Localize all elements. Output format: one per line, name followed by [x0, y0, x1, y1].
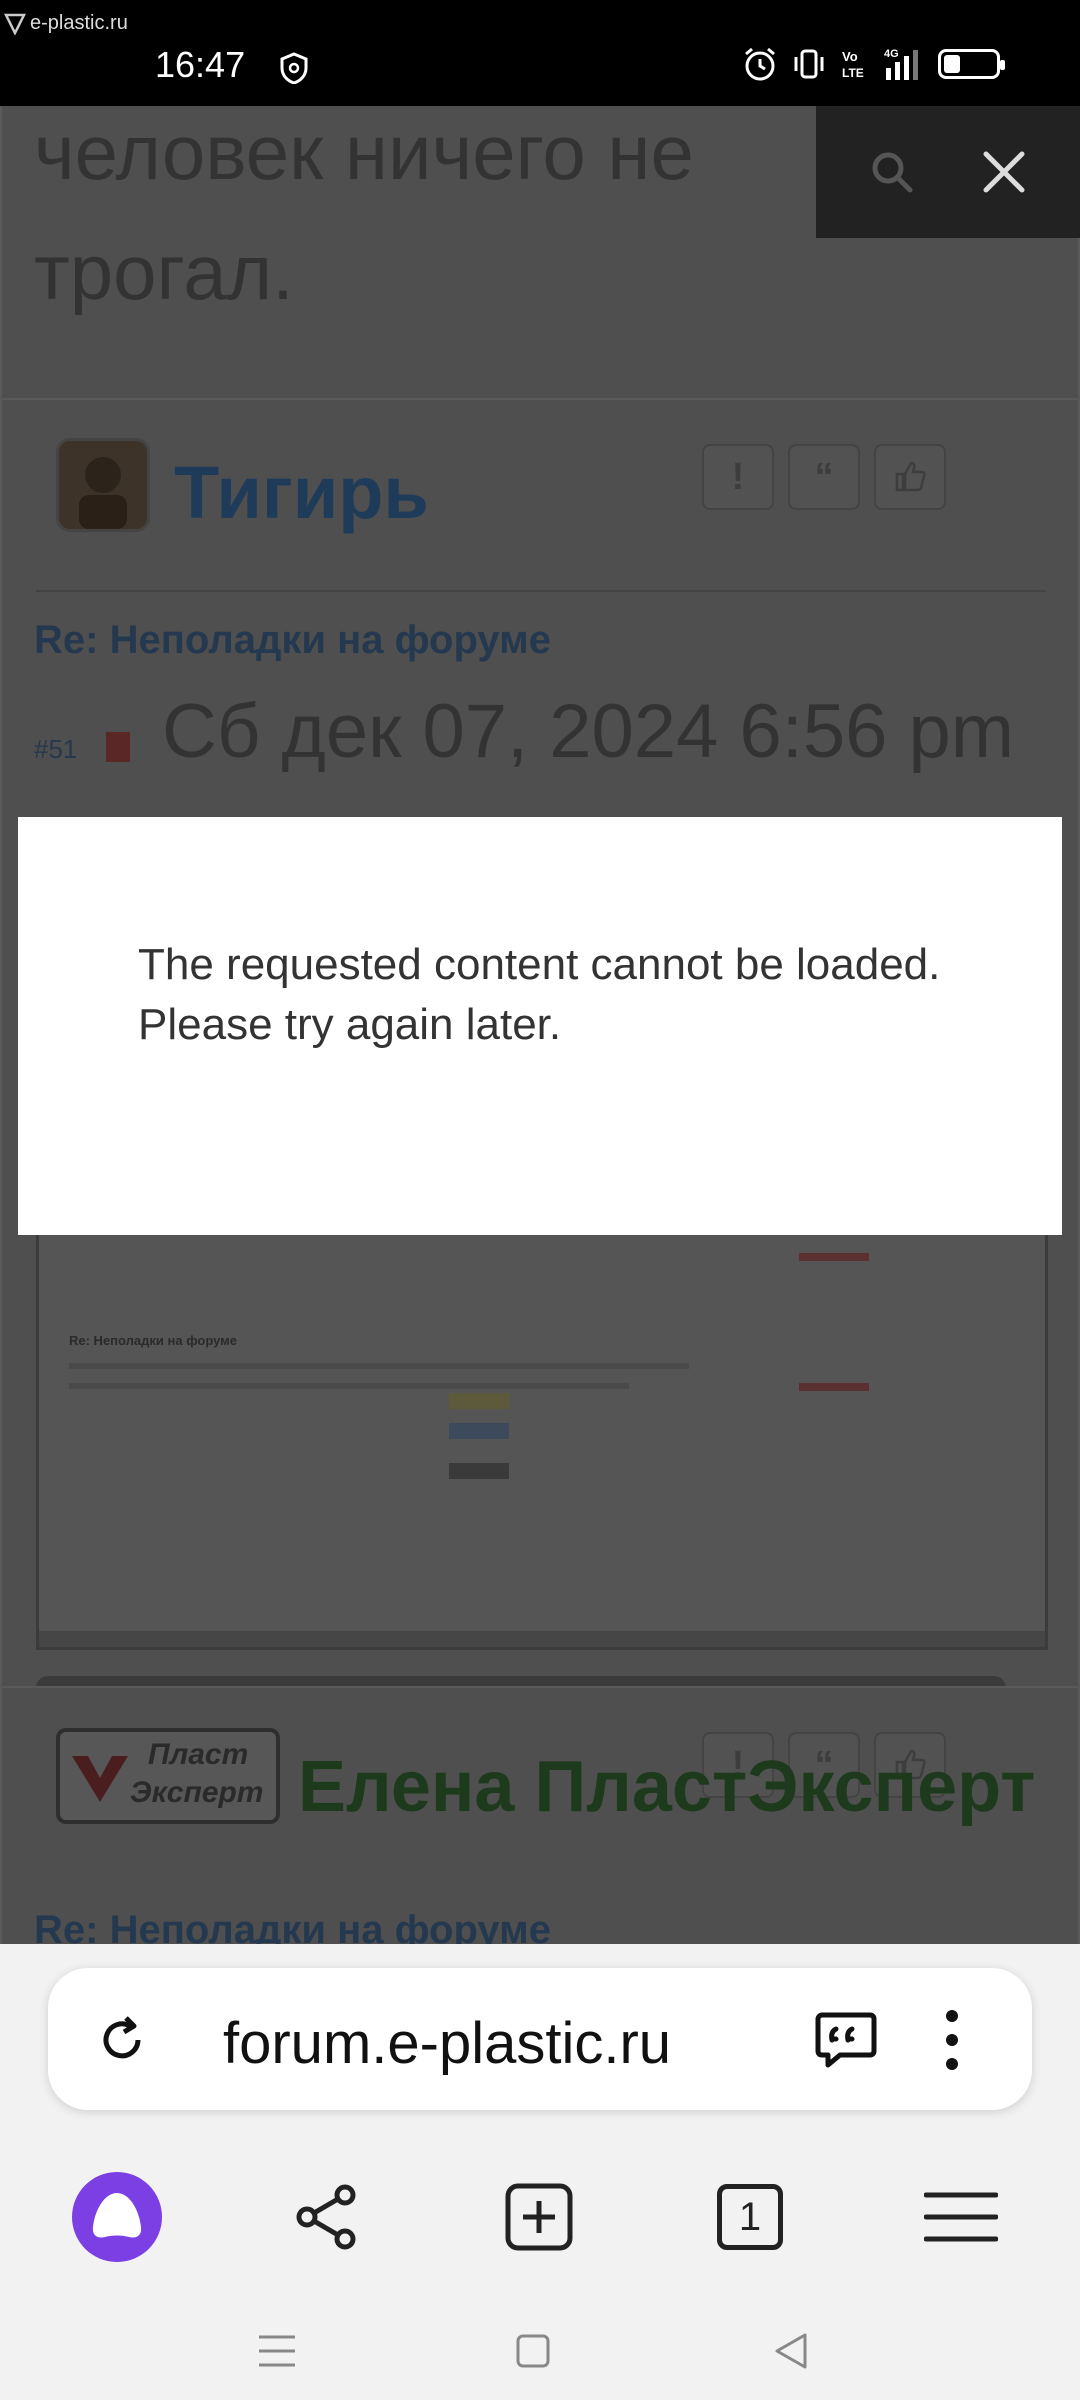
alice-assistant-icon: [72, 2172, 162, 2262]
thumbnail-highlight: [449, 1423, 509, 1439]
system-nav-bar: [0, 2324, 1080, 2400]
close-icon: [983, 151, 1025, 193]
url-text[interactable]: forum.e-plastic.ru: [223, 2010, 671, 2077]
dot-icon: [946, 2034, 958, 2046]
post-date: Сб дек 07, 2024 6:56 pm: [162, 689, 1015, 774]
thumbnail-highlight: [449, 1393, 509, 1409]
tabs-button[interactable]: 1: [695, 2162, 805, 2272]
author-logo: Пласт Эксперт: [56, 1728, 280, 1824]
post-number[interactable]: #51: [34, 734, 77, 765]
dot-icon: [946, 2010, 958, 2022]
browser-toolbar: 1: [0, 2162, 1080, 2312]
error-dialog: The requested content cannot be loaded. P…: [18, 817, 1062, 1235]
tab-count-icon: 1: [717, 2184, 783, 2250]
quote-bubble-icon: [815, 2012, 877, 2068]
browser-bottom-bar: forum.e-plastic.ru 1: [0, 1944, 1080, 2400]
recent-apps-button[interactable]: [254, 2328, 300, 2374]
hamburger-icon: [924, 2192, 998, 2242]
share-button[interactable]: [272, 2162, 382, 2272]
divider: [36, 590, 1046, 592]
home-button[interactable]: [510, 2328, 556, 2374]
recents-icon: [259, 2335, 295, 2367]
next-post: Пласт Эксперт ! “ Елена ПластЭксперт Re:…: [0, 1686, 1080, 1944]
post-author[interactable]: Елена ПластЭксперт: [298, 1746, 1035, 1828]
zoom-button[interactable]: [852, 132, 932, 212]
error-message-line2: Please try again later.: [138, 1000, 562, 1049]
thumbnail-highlight: [449, 1463, 509, 1479]
svg-text:LTE: LTE: [842, 66, 864, 80]
alarm-icon: [745, 47, 775, 81]
reader-mode-button[interactable]: [810, 2004, 882, 2076]
plus-square-icon: [505, 2183, 573, 2251]
error-message-line1: The requested content cannot be loaded.: [138, 940, 941, 989]
logo-mark-icon: [72, 1756, 128, 1802]
previous-post-text-line2: трогал.: [34, 228, 294, 316]
site-label: e-plastic.ru: [30, 12, 128, 34]
tab-count: 1: [738, 2194, 762, 2239]
new-tab-button[interactable]: [484, 2162, 594, 2272]
attached-screenshot[interactable]: Re: Неполадки на форуме: [36, 1230, 1048, 1650]
lightbox-controls: [816, 106, 1080, 238]
home-icon: [516, 2334, 550, 2368]
svg-text:Vo: Vo: [842, 49, 858, 64]
address-bar[interactable]: forum.e-plastic.ru: [48, 1968, 1032, 2110]
file-icon[interactable]: [106, 732, 130, 762]
volte-icon: Vo LTE: [842, 49, 864, 80]
report-button[interactable]: !: [702, 444, 774, 510]
thumbnail-line: [69, 1363, 689, 1369]
post-title[interactable]: Re: Неполадки на форуме: [34, 1908, 551, 1944]
thumbnail-taskbar: [39, 1631, 1045, 1647]
error-message: The requested content cannot be loaded. P…: [138, 935, 958, 1055]
vibrate-icon: [794, 49, 824, 79]
screen: e-plastic.ru 16:47 Vo LTE 4G человек ниче…: [0, 0, 1080, 2400]
dot-icon: [946, 2058, 958, 2070]
shield-icon: [280, 52, 308, 89]
site-indicator: e-plastic.ru: [4, 12, 128, 35]
status-bar: e-plastic.ru 16:47 Vo LTE 4G: [0, 0, 1080, 106]
post-author[interactable]: Тигирь: [174, 450, 429, 535]
alice-button[interactable]: [62, 2162, 172, 2272]
thumbnail-red-mark: [799, 1383, 869, 1391]
post-title[interactable]: Re: Неполадки на форуме: [34, 618, 551, 663]
avatar: [56, 438, 150, 532]
back-button[interactable]: [768, 2328, 814, 2374]
thumbnail-title: Re: Неполадки на форуме: [69, 1333, 238, 1348]
reload-icon: [103, 2016, 141, 2059]
thumbs-up-icon: [895, 461, 926, 492]
status-icons: Vo LTE 4G: [742, 46, 1005, 82]
thumbnail-red-mark: [799, 1253, 869, 1261]
logo-text-1: Пласт: [148, 1738, 249, 1771]
like-button[interactable]: [874, 444, 946, 510]
reload-button[interactable]: [88, 2006, 156, 2074]
menu-button[interactable]: [906, 2162, 1016, 2272]
back-icon: [775, 2333, 807, 2369]
clock: 16:47: [155, 44, 246, 85]
thumbnail-line: [69, 1383, 629, 1389]
battery-icon: [938, 49, 1005, 79]
close-button[interactable]: [964, 132, 1044, 212]
quote-button[interactable]: “: [788, 444, 860, 510]
site-logo-icon: [4, 13, 26, 35]
more-menu-button[interactable]: [932, 2004, 972, 2076]
svg-text:4G: 4G: [884, 48, 899, 60]
signal-4g-icon: 4G: [884, 48, 918, 80]
search-icon: [872, 152, 913, 193]
previous-post-text-line1: человек ничего не: [34, 108, 694, 196]
share-icon: [296, 2184, 356, 2250]
logo-text-2: Эксперт: [130, 1776, 264, 1809]
